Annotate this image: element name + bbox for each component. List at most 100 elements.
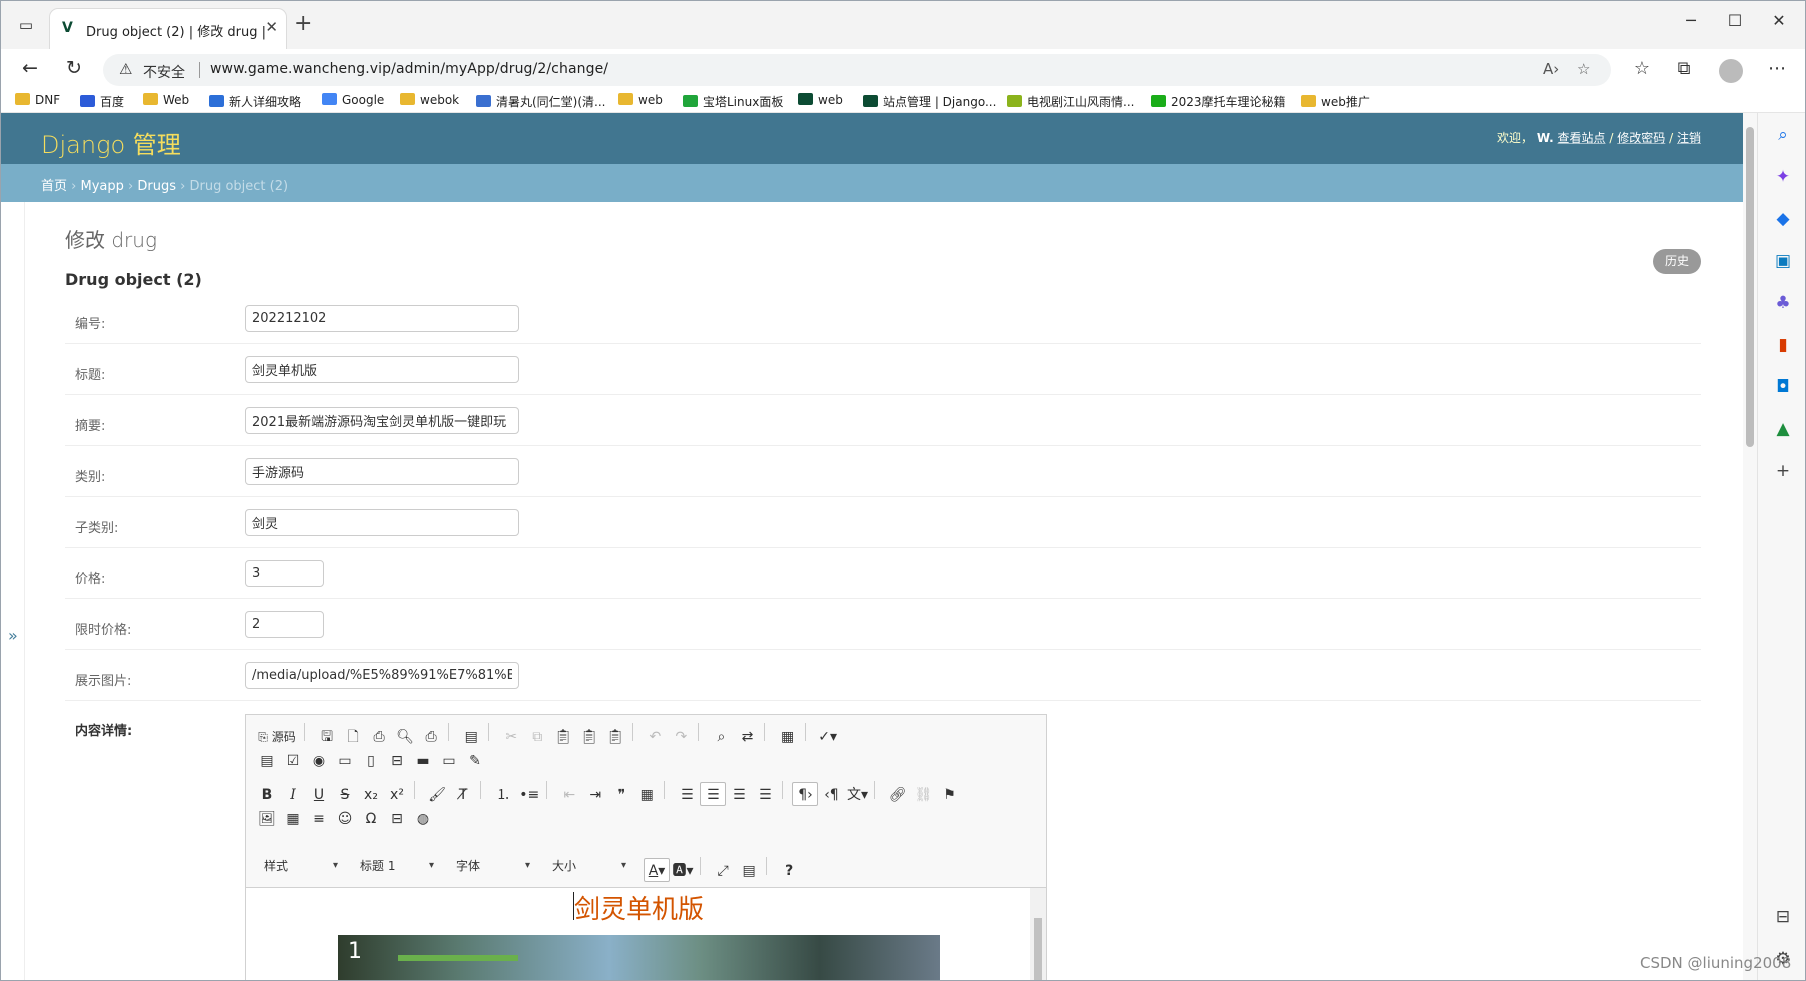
align-center-icon[interactable]: ☰ xyxy=(700,782,727,806)
page-scroll-thumb[interactable] xyxy=(1746,127,1754,447)
nav-sidebar-toggle[interactable]: » xyxy=(1,202,25,980)
add-icon[interactable]: + xyxy=(1771,461,1795,481)
history-button[interactable]: 历史 xyxy=(1653,249,1701,274)
bold-icon[interactable]: B xyxy=(254,783,280,807)
radio-icon[interactable]: ◉ xyxy=(306,749,332,773)
bookmark-item[interactable]: 百度 xyxy=(80,93,124,110)
preview-icon[interactable]: 🔍︎ xyxy=(392,725,418,749)
image-path-input[interactable] xyxy=(245,662,519,689)
justify-icon[interactable]: ☰ xyxy=(752,783,778,807)
bookmark-item[interactable]: web xyxy=(618,93,663,107)
select-all-icon[interactable]: ▦ xyxy=(775,725,801,749)
strike-icon[interactable]: S xyxy=(332,783,358,807)
read-aloud-icon[interactable]: A› xyxy=(1543,60,1559,78)
find-icon[interactable]: ⌕ xyxy=(708,725,734,749)
summary-input[interactable] xyxy=(245,407,519,434)
cut-icon[interactable]: ✂ xyxy=(498,725,524,749)
styles-dropdown[interactable]: 样式 xyxy=(254,854,344,878)
language-icon[interactable]: 文▾ xyxy=(844,783,870,807)
copilot-icon[interactable]: ✦ xyxy=(1771,167,1795,187)
profile-avatar[interactable] xyxy=(1719,59,1743,83)
copy-icon[interactable]: ⧉ xyxy=(524,725,550,749)
italic-icon[interactable]: I xyxy=(280,783,306,807)
number-input[interactable] xyxy=(245,305,519,332)
format-dropdown[interactable]: 标题 1 xyxy=(350,854,440,878)
save-icon[interactable]: 🖫 xyxy=(314,725,340,749)
horizontal-line-icon[interactable]: ≡ xyxy=(306,807,332,831)
tree-icon[interactable]: ▲ xyxy=(1771,419,1795,439)
bookmark-item[interactable]: 清暑丸(同仁堂)(清... xyxy=(476,93,606,110)
breadcrumb-app[interactable]: Myapp xyxy=(81,179,124,194)
url-text[interactable]: www.game.wancheng.vip/admin/myApp/drug/2… xyxy=(210,61,608,77)
title-input[interactable] xyxy=(245,356,519,383)
numbered-list-icon[interactable]: ⒈ xyxy=(490,783,516,807)
office-icon[interactable]: ▮ xyxy=(1771,335,1795,355)
help-icon[interactable]: ? xyxy=(776,859,802,883)
outdent-icon[interactable]: ⇤ xyxy=(556,783,582,807)
limited-price-input[interactable] xyxy=(245,611,324,638)
text-color-icon[interactable]: A▾ xyxy=(644,858,670,882)
replace-icon[interactable]: ⇄ xyxy=(734,725,760,749)
minimize-icon[interactable]: ─ xyxy=(1677,11,1705,30)
button-field-icon[interactable]: ▬ xyxy=(410,749,436,773)
paste-word-icon[interactable]: 📋︎ xyxy=(602,725,628,749)
bookmark-item[interactable]: web xyxy=(798,93,843,107)
copy-format-icon[interactable]: 🖌︎ xyxy=(424,783,450,807)
view-site-link[interactable]: 查看站点 xyxy=(1558,131,1606,145)
games-icon[interactable]: ♣ xyxy=(1771,293,1795,313)
hidden-field-icon[interactable]: ✎ xyxy=(462,749,488,773)
bg-color-icon[interactable]: 🅰▾ xyxy=(670,859,696,883)
close-tab-icon[interactable]: ✕ xyxy=(265,18,278,36)
select-field-icon[interactable]: ⊟ xyxy=(384,749,410,773)
remove-format-icon[interactable]: T̸ xyxy=(450,783,476,807)
price-input[interactable] xyxy=(245,560,324,587)
subcategory-input[interactable] xyxy=(245,509,519,536)
blockquote-icon[interactable]: ❞ xyxy=(608,783,634,807)
tab-actions-icon[interactable]: ▭ xyxy=(15,15,37,35)
maximize-editor-icon[interactable]: ⤢ xyxy=(710,859,736,883)
browser-tab[interactable]: V Drug object (2) | 修改 drug | Django ✕ xyxy=(49,8,287,49)
ltr-icon[interactable]: ¶› xyxy=(792,782,819,806)
logout-link[interactable]: 注销 xyxy=(1677,131,1701,145)
show-blocks-icon[interactable]: ▤ xyxy=(736,859,762,883)
page-scrollbar[interactable] xyxy=(1743,113,1757,980)
font-dropdown[interactable]: 字体 xyxy=(446,854,536,878)
collections-icon[interactable]: ⧉ xyxy=(1671,58,1697,79)
bookmark-item[interactable]: 电视剧江山风雨情... xyxy=(1007,93,1134,110)
redo-icon[interactable]: ↷ xyxy=(668,725,694,749)
close-window-icon[interactable]: ✕ xyxy=(1765,11,1793,30)
bookmark-item[interactable]: web推广 xyxy=(1301,93,1370,110)
smiley-icon[interactable]: ☺ xyxy=(332,807,358,831)
favorites-icon[interactable]: ☆ xyxy=(1629,58,1655,79)
hide-sidebar-icon[interactable]: ⊟ xyxy=(1771,907,1795,927)
breadcrumb-model[interactable]: Drugs xyxy=(137,179,176,194)
search-icon[interactable]: ⌕ xyxy=(1771,125,1795,145)
more-menu-icon[interactable]: ⋯ xyxy=(1764,58,1790,79)
special-char-icon[interactable]: Ω xyxy=(358,807,384,831)
superscript-icon[interactable]: x² xyxy=(384,783,410,807)
new-tab-button[interactable]: + xyxy=(294,11,312,36)
text-field-icon[interactable]: ▭ xyxy=(332,749,358,773)
bookmark-item[interactable]: 2023摩托车理论秘籍 xyxy=(1151,93,1286,110)
editor-scrollbar[interactable] xyxy=(1030,888,1046,980)
underline-icon[interactable]: U xyxy=(306,783,332,807)
bookmark-item[interactable]: Web xyxy=(143,93,189,107)
indent-icon[interactable]: ⇥ xyxy=(582,783,608,807)
refresh-icon[interactable]: ↻ xyxy=(59,57,89,79)
favorite-star-icon[interactable]: ☆ xyxy=(1577,60,1590,78)
shopping-tag-icon[interactable]: ◆ xyxy=(1771,209,1795,229)
bookmark-item[interactable]: DNF xyxy=(15,93,60,107)
anchor-icon[interactable]: ⚑ xyxy=(937,783,963,807)
breadcrumb-home[interactable]: 首页 xyxy=(41,179,67,194)
export-pdf-icon[interactable]: ⎙ xyxy=(366,725,392,749)
bookmark-item[interactable]: 宝塔Linux面板 xyxy=(683,93,783,110)
form-icon[interactable]: ▤ xyxy=(254,749,280,773)
bulleted-list-icon[interactable]: •≡ xyxy=(516,783,542,807)
page-break-icon[interactable]: ⊟ xyxy=(384,807,410,831)
spellcheck-icon[interactable]: ✓▾ xyxy=(815,725,841,749)
maximize-icon[interactable]: ☐ xyxy=(1721,11,1749,30)
undo-icon[interactable]: ↶ xyxy=(642,725,668,749)
print-icon[interactable]: ⎙ xyxy=(418,725,444,749)
category-input[interactable] xyxy=(245,458,519,485)
textarea-icon[interactable]: ▯ xyxy=(358,749,384,773)
